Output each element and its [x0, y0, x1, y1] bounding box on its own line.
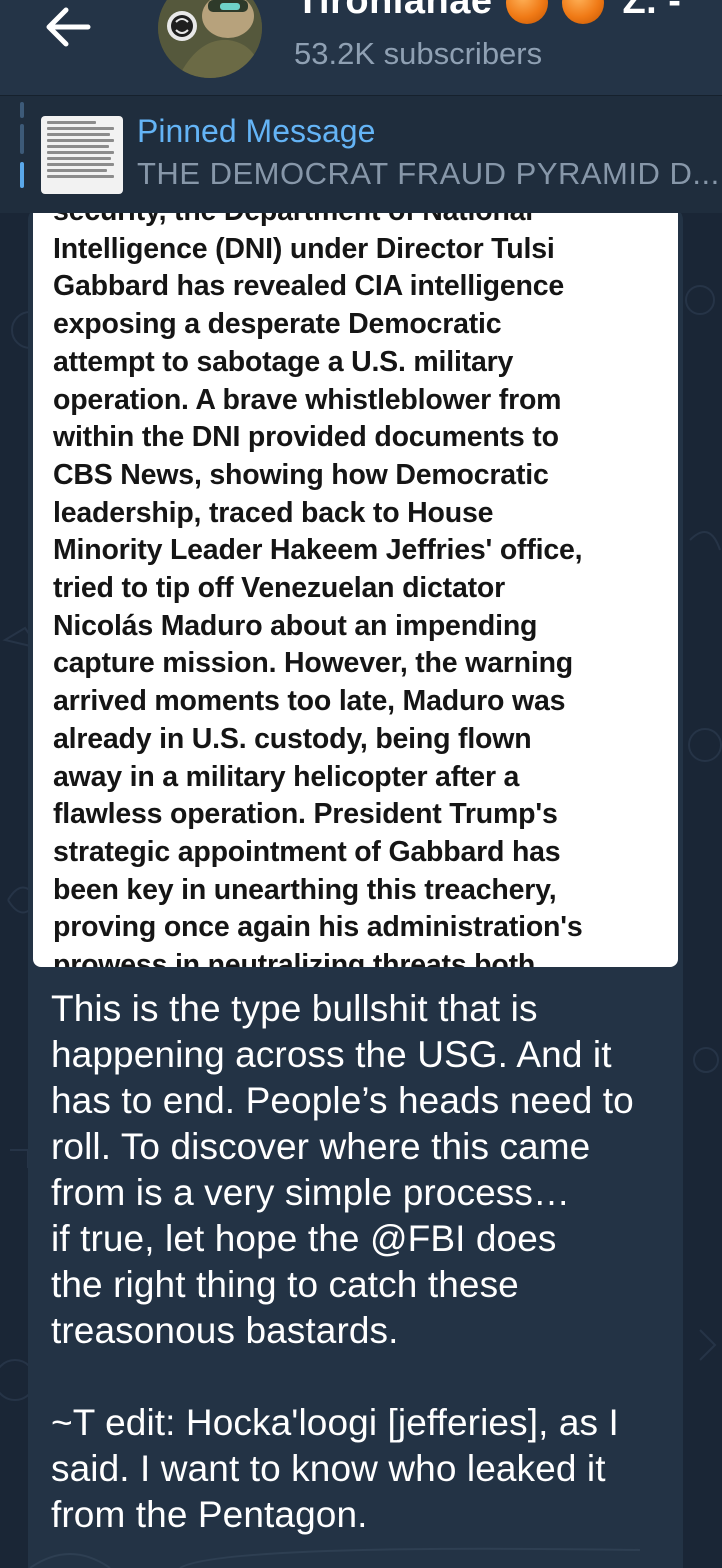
- pin-indicator-segment-1: [20, 102, 24, 118]
- message-photo[interactable]: security, the Department of National Int…: [33, 213, 678, 967]
- pin-indicator-segment-3: [20, 162, 24, 188]
- avatar-image: [158, 0, 262, 78]
- arrow-left-icon: [46, 7, 91, 47]
- pin-indicator-segment-2: [20, 124, 24, 154]
- orange-emoji-icon-2: [562, 0, 605, 24]
- bottom-bar-edge: [29, 1547, 641, 1568]
- message-caption: This is the type bullshit that is happen…: [51, 988, 634, 1535]
- pinned-message-label: Pinned Message: [137, 113, 376, 149]
- chat-screen: Tironianae Z. - 53.2K subscribers Pinned …: [0, 0, 722, 1568]
- channel-name-suffix: Z. -: [622, 0, 682, 22]
- photo-text: security, the Department of National Int…: [53, 213, 583, 967]
- back-button[interactable]: [40, 2, 96, 52]
- pinned-thumbnail: [41, 116, 123, 194]
- pinned-message-preview: THE DEMOCRAT FRAUD PYRAMID D...: [137, 156, 720, 191]
- channel-name: Tironianae: [296, 0, 493, 22]
- channel-header: Tironianae Z. - 53.2K subscribers: [0, 0, 722, 95]
- channel-title[interactable]: Tironianae Z. -: [296, 0, 681, 24]
- pinned-message-bar[interactable]: Pinned Message THE DEMOCRAT FRAUD PYRAMI…: [0, 95, 722, 213]
- channel-avatar[interactable]: [158, 0, 262, 78]
- subscriber-count: 53.2K subscribers: [294, 36, 543, 71]
- orange-emoji-icon: [506, 0, 549, 24]
